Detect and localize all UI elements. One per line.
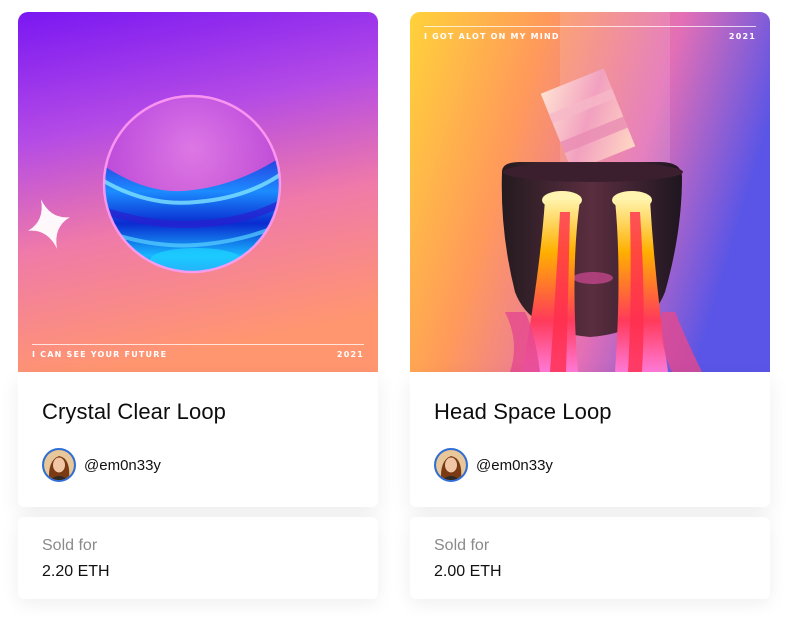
avatar: [42, 448, 76, 482]
sale-info: Sold for 2.20 ETH: [18, 517, 378, 599]
creator-link[interactable]: @em0n33y: [434, 448, 553, 482]
card-title[interactable]: Head Space Loop: [434, 399, 612, 425]
card-info: Crystal Clear Loop @em0n33y: [18, 372, 378, 507]
artwork-caption-text: I GOT ALOT ON MY MIND: [424, 32, 560, 41]
artwork-head-space-loop: [410, 12, 770, 372]
nft-card-crystal-clear-loop[interactable]: I CAN SEE YOUR FUTURE 2021 Crystal Clear…: [18, 12, 378, 599]
avatar-image: [44, 450, 74, 480]
nft-card-grid: I CAN SEE YOUR FUTURE 2021 Crystal Clear…: [0, 0, 796, 624]
card-title[interactable]: Crystal Clear Loop: [42, 399, 226, 425]
avatar: [434, 448, 468, 482]
artwork-caption: I GOT ALOT ON MY MIND 2021: [424, 27, 756, 41]
artwork-image[interactable]: I CAN SEE YOUR FUTURE 2021: [18, 12, 378, 372]
artwork-caption-year: 2021: [728, 32, 756, 41]
creator-handle: @em0n33y: [476, 456, 553, 474]
artwork-caption: I CAN SEE YOUR FUTURE 2021: [32, 344, 364, 359]
artwork-image[interactable]: I GOT ALOT ON MY MIND 2021: [410, 12, 770, 372]
sale-price: 2.00 ETH: [434, 563, 502, 580]
artwork-caption-rule: I GOT ALOT ON MY MIND 2021: [424, 26, 756, 41]
artwork-caption-text: I CAN SEE YOUR FUTURE: [32, 350, 168, 359]
sale-info: Sold for 2.00 ETH: [410, 517, 770, 599]
sale-price: 2.20 ETH: [42, 563, 110, 580]
sale-label: Sold for: [42, 537, 98, 554]
artwork-caption-year: 2021: [336, 350, 364, 359]
creator-link[interactable]: @em0n33y: [42, 448, 161, 482]
creator-handle: @em0n33y: [84, 456, 161, 474]
artwork-crystal-clear-loop: [18, 12, 378, 372]
card-info: Head Space Loop @em0n33y: [410, 372, 770, 507]
sale-label: Sold for: [434, 537, 490, 554]
avatar-image: [436, 450, 466, 480]
nft-card-head-space-loop[interactable]: I GOT ALOT ON MY MIND 2021 Head Space Lo…: [410, 12, 770, 599]
